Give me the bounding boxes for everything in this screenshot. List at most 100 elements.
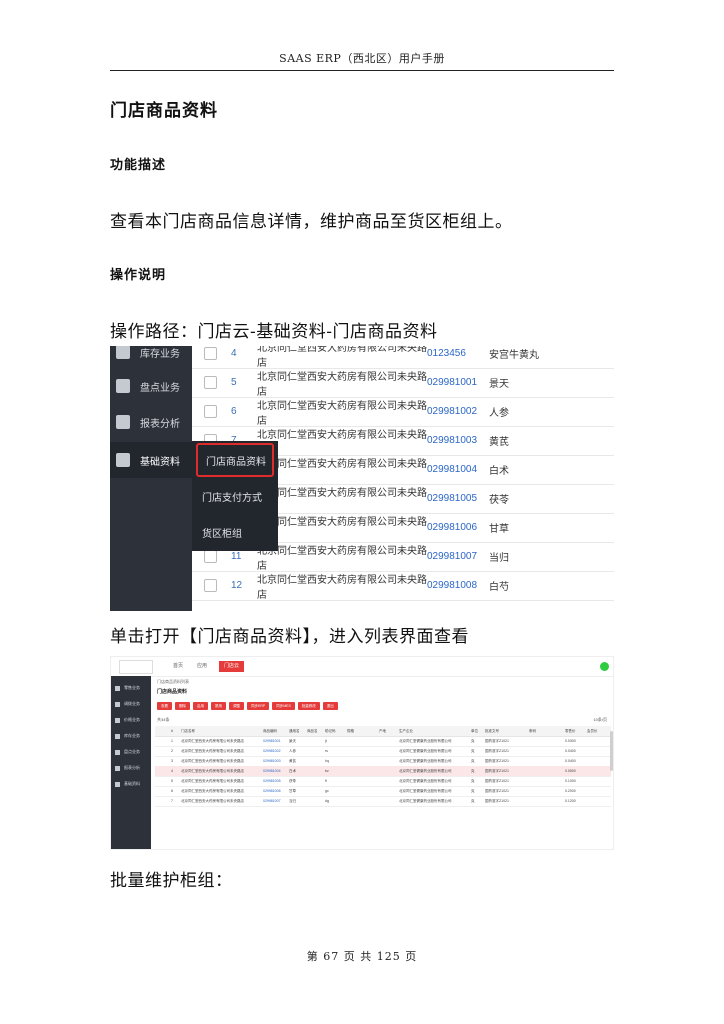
col-retail-price: 零售价 (565, 729, 576, 733)
sidebar-item-reports[interactable]: 报表分析 (110, 404, 192, 440)
sidebar: 库存业务 盘点业务 报表分析 基础资料 (110, 346, 192, 611)
table-row[interactable]: 6 北京同仁堂西安大药房有限公司未央路店 029981002 人参 (192, 397, 614, 427)
table-row[interactable]: 4 北京同仁堂西安大药房有限公司未央路店 0123456 安宫牛黄丸 (192, 346, 614, 369)
inventory-icon (116, 346, 130, 359)
generic-name: 白术 (289, 769, 296, 773)
product-code[interactable]: 029981007 (427, 551, 485, 562)
table-scrollbar[interactable] (610, 731, 613, 771)
row-checkbox[interactable] (204, 347, 217, 360)
row-checkbox[interactable] (204, 550, 217, 563)
nav-store-cloud[interactable]: 门店云 (219, 661, 245, 672)
table-row[interactable]: 5 北京同仁堂西安大药房有限公司未央路店 029981001 景天 (192, 368, 614, 398)
nav-apps[interactable]: 应用 (197, 661, 207, 672)
product-code[interactable]: 029981008 (427, 580, 485, 591)
page-header: SAAS ERP（西北区）用户手册 (279, 52, 445, 65)
manufacturer: 北京同仁堂健康药业股份有限公司 (399, 779, 452, 783)
retail-price: 0.0500 (565, 769, 576, 773)
exit-button[interactable]: 退出 (322, 702, 338, 710)
sidebar-item-basic-data[interactable]: 基础资料 (111, 778, 151, 790)
menu-screenshot: 库存业务 盘点业务 报表分析 基础资料 4 北京同仁堂西安大药房有限公司未央路店… (110, 346, 614, 611)
op-path-text: 操作路径：门店云-基础资料-门店商品资料 (110, 322, 438, 342)
nav-home[interactable]: 首页 (173, 661, 183, 672)
generic-name: 景天 (289, 739, 296, 743)
product-code[interactable]: 029981001 (427, 377, 485, 388)
adjust-button[interactable]: 调整 (229, 702, 244, 710)
sidebar-item-inventory[interactable]: 库存业务 (110, 346, 192, 370)
sidebar-item-inventory[interactable]: 库存业务 (111, 730, 151, 742)
row-number: 4 (171, 769, 173, 773)
retail-price: 0.0400 (565, 749, 576, 753)
sidebar-item-basic-data[interactable]: 基础资料 (110, 442, 192, 478)
row-number: 1 (171, 739, 173, 743)
col-code: 商品编码 (263, 729, 277, 733)
submenu-item-store-products[interactable]: 门店商品资料 (196, 443, 274, 477)
product-code[interactable]: 029981006 (263, 789, 281, 793)
page-footer: 第 67 页 共 125 页 (306, 950, 418, 963)
stocktake-icon (115, 749, 120, 755)
col-product-name: 商品名 (307, 729, 318, 733)
retail-price: 0.2000 (565, 789, 576, 793)
submenu-item-counter-groups[interactable]: 货区柜组 (192, 515, 278, 549)
sync-mes-button[interactable]: 同步MES (272, 702, 295, 710)
sidebar-item-transfer[interactable]: 调拨业务 (111, 698, 151, 710)
click-desc-text: 单击打开【门店商品资料】，进入列表界面查看 (110, 627, 469, 647)
approval-no: 国药准字Z1021 (485, 749, 509, 753)
store-name: 北京同仁堂西安大药房有限公司未央路店 (181, 739, 244, 743)
product-code[interactable]: 029981004 (427, 464, 485, 475)
product-code[interactable]: 029981003 (427, 435, 485, 446)
row-number: 7 (171, 799, 173, 803)
approval-no: 国药准字Z1021 (485, 769, 509, 773)
toolbar: 查看 删除 启用 禁用 调整 同步ERP 同步MES 批量修改 退出 (157, 702, 338, 710)
sidebar-item-retail[interactable]: 零售业务 (111, 682, 151, 694)
row-number: 3 (171, 759, 173, 763)
store-name: 北京同仁堂西安大药房有限公司未央路店 (181, 779, 244, 783)
sync-erp-button[interactable]: 同步ERP (247, 702, 270, 710)
store-name: 北京同仁堂西安大药房有限公司未央路店 (257, 545, 427, 572)
sidebar-item-label: 盘点业务 (140, 382, 180, 394)
product-code[interactable]: 029981005 (427, 493, 485, 504)
submenu-item-payment-methods[interactable]: 门店支付方式 (192, 479, 278, 513)
col-manufacturer: 生产企业 (399, 729, 413, 733)
row-checkbox[interactable] (204, 579, 217, 592)
approval-no: 国药准字Z1021 (485, 739, 509, 743)
product-code[interactable]: 029981001 (263, 739, 281, 743)
sidebar-item-label: 库存业务 (140, 348, 180, 360)
delete-button[interactable]: 删除 (175, 702, 190, 710)
batch-desc-text: 批量维护柜组： (110, 871, 233, 891)
page-size-select[interactable]: 10条/页 (593, 717, 607, 723)
product-code[interactable]: 029981004 (263, 769, 281, 773)
sidebar-item-pricing[interactable]: 价格业务 (111, 714, 151, 726)
enable-button[interactable]: 启用 (193, 702, 208, 710)
row-checkbox[interactable] (204, 376, 217, 389)
generic-name: 甘草 (289, 789, 296, 793)
disable-button[interactable]: 禁用 (211, 702, 226, 710)
view-button[interactable]: 查看 (157, 702, 172, 710)
row-number: 2 (171, 749, 173, 753)
store-name: 北京同仁堂西安大药房有限公司未央路店 (181, 759, 244, 763)
generic-name: 黄芪 (289, 759, 296, 763)
sidebar-item-stocktake[interactable]: 盘点业务 (111, 746, 151, 758)
table-row[interactable]: 12 北京同仁堂西安大药房有限公司未央路店 029981008 白芍 (192, 571, 614, 601)
func-desc-text: 查看本门店商品信息详情，维护商品至货区柜组上。 (110, 212, 513, 232)
unit: 克 (471, 759, 475, 763)
sidebar-item-reports[interactable]: 报表分析 (111, 762, 151, 774)
product-code[interactable]: 029981005 (263, 779, 281, 783)
product-code[interactable]: 029981002 (263, 749, 281, 753)
table-row[interactable]: 7 北京同仁堂西安大药房有限公司未央路店 029981007 当归 dg 北京同… (155, 796, 611, 807)
generic-name: 人参 (289, 749, 296, 753)
product-code[interactable]: 029981002 (427, 406, 485, 417)
breadcrumb[interactable]: 门店商品资料列表 (157, 679, 189, 685)
mnemonic: dg (325, 799, 329, 803)
batch-edit-button[interactable]: 批量修改 (297, 702, 320, 710)
row-checkbox[interactable] (204, 405, 217, 418)
product-code[interactable]: 0123456 (427, 348, 485, 359)
col-unit: 单位 (471, 729, 478, 733)
mnemonic: bz (325, 769, 329, 773)
sidebar-item-stocktake[interactable]: 盘点业务 (110, 368, 192, 404)
product-code[interactable]: 029981006 (427, 522, 485, 533)
col-approval: 批准文号 (485, 729, 499, 733)
store-name: 北京同仁堂西安大药房有限公司未央路店 (257, 516, 427, 543)
user-status-icon[interactable] (600, 662, 609, 671)
product-code[interactable]: 029981007 (263, 799, 281, 803)
product-code[interactable]: 029981003 (263, 759, 281, 763)
